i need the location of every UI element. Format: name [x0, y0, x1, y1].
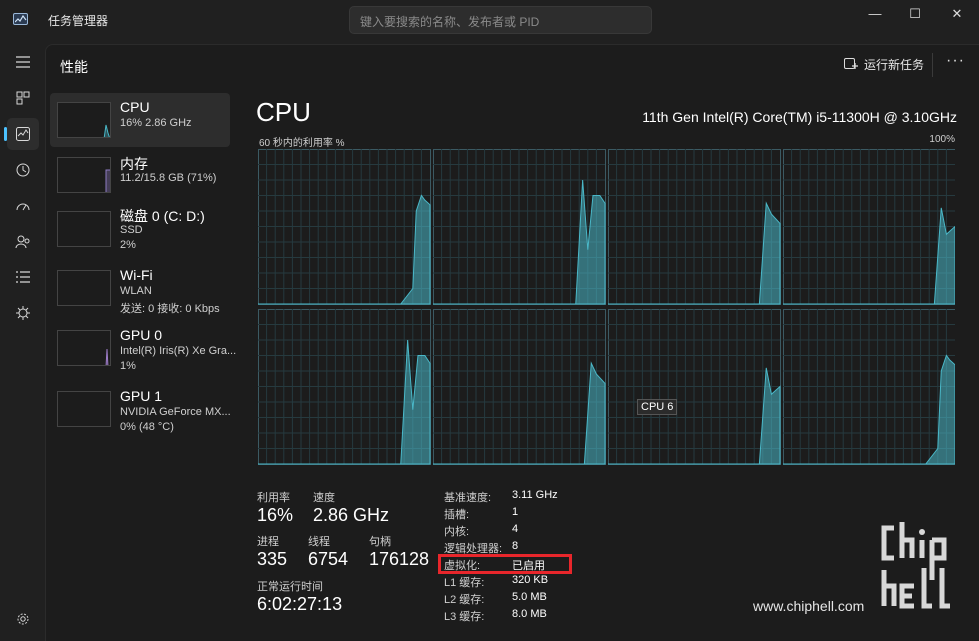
- details-icon[interactable]: [7, 261, 39, 293]
- threads-value: 6754: [308, 549, 349, 569]
- handles-label: 句柄: [369, 536, 391, 548]
- utilization-label: 利用率: [257, 492, 290, 504]
- perf-item-name: 内存: [120, 156, 148, 172]
- processes-label: 进程: [257, 536, 279, 548]
- handles-value: 176128: [369, 549, 430, 569]
- uptime-value: 6:02:27:13: [257, 594, 343, 614]
- cpu-core-graphs: [258, 149, 955, 465]
- hamburger-menu-icon[interactable]: [7, 46, 39, 78]
- performance-icon[interactable]: [4, 118, 39, 150]
- perf-item-sub1: Intel(R) Iris(R) Xe Gra...: [120, 345, 237, 357]
- close-button[interactable]: ✕: [935, 0, 979, 30]
- search-placeholder: 键入要搜索的名称、发布者或 PID: [360, 15, 540, 29]
- perf-item-3[interactable]: Wi-Fi WLAN 发送: 0 接收: 0 Kbps: [50, 263, 230, 317]
- core-graph-3: [783, 149, 955, 305]
- perf-thumbnail: [57, 391, 111, 427]
- perf-thumbnail: [57, 211, 111, 247]
- spec-label: 插槽:: [444, 509, 470, 521]
- perf-item-name: GPU 0: [120, 327, 163, 343]
- perf-thumbnail: [57, 157, 111, 193]
- perf-item-name: Wi-Fi: [120, 267, 153, 283]
- perf-item-name: 磁盘 0 (C: D:): [120, 208, 205, 224]
- settings-gear-icon[interactable]: [7, 603, 39, 635]
- graph-tooltip: CPU 6: [637, 399, 678, 415]
- core-graph-6: [608, 309, 781, 465]
- task-manager-app-icon: [13, 13, 28, 25]
- graph-label: 60 秒内的利用率 %: [259, 138, 345, 149]
- cpu-model: 11th Gen Intel(R) Core(TM) i5-11300H @ 3…: [642, 109, 957, 125]
- perf-item-5[interactable]: GPU 1 NVIDIA GeForce MX... 0% (48 °C): [50, 384, 231, 438]
- minimize-button[interactable]: —: [853, 0, 897, 30]
- page-title: 性能: [60, 59, 88, 75]
- perf-item-1[interactable]: 内存 11.2/15.8 GB (71%): [50, 148, 230, 202]
- run-new-task-label: 运行新任务: [864, 58, 925, 72]
- maximize-button[interactable]: ☐: [893, 0, 937, 30]
- app-history-icon[interactable]: [7, 154, 39, 186]
- speed-label: 速度: [313, 492, 335, 504]
- core-graph-7: [783, 309, 955, 465]
- perf-thumbnail: [57, 102, 111, 138]
- virtualization-highlight-box: [438, 554, 572, 574]
- speed-value: 2.86 GHz: [313, 505, 390, 525]
- main-panel: 性能 运行新任务 ··· CPU 16% 2.86 GHz 内存 11.2/15.8 …: [45, 44, 979, 641]
- spec-value: 8.0 MB: [512, 608, 547, 620]
- perf-item-4[interactable]: GPU 0 Intel(R) Iris(R) Xe Gra... 1%: [50, 323, 236, 377]
- app-title: 任务管理器: [48, 14, 109, 28]
- perf-item-sub1: 11.2/15.8 GB (71%): [120, 172, 217, 184]
- perf-item-sub2: 0% (48 °C): [120, 421, 174, 433]
- perf-item-name: CPU: [120, 99, 150, 115]
- core-graph-1: [433, 149, 606, 305]
- search-input[interactable]: 键入要搜索的名称、发布者或 PID: [349, 6, 652, 34]
- header-bar: 性能 运行新任务 ···: [46, 45, 979, 85]
- chiphell-logo: [881, 522, 950, 609]
- threads-label: 线程: [308, 536, 330, 548]
- spec-value: 3.11 GHz: [512, 489, 558, 501]
- cpu-title: CPU: [256, 97, 311, 127]
- perf-item-name: GPU 1: [120, 388, 163, 404]
- title-bar: 任务管理器 键入要搜索的名称、发布者或 PID — ☐ ✕: [0, 0, 979, 40]
- spec-value: 5.0 MB: [512, 591, 547, 603]
- perf-item-sub1: WLAN: [120, 285, 152, 297]
- perf-item-0[interactable]: CPU 16% 2.86 GHz: [50, 93, 230, 147]
- spec-value: 8: [512, 540, 519, 552]
- perf-item-sub2: 2%: [120, 239, 136, 251]
- perf-thumbnail: [57, 330, 111, 366]
- spec-label: L2 缓存:: [444, 594, 485, 606]
- perf-item-sub1: SSD: [120, 224, 143, 236]
- spec-value: 1: [512, 506, 519, 518]
- perf-item-sub1: 16% 2.86 GHz: [120, 117, 192, 129]
- spec-label: L3 缓存:: [444, 611, 485, 623]
- processes-value: 335: [257, 549, 288, 569]
- graph-max-label: 100%: [929, 134, 955, 145]
- perf-thumbnail: [57, 270, 111, 306]
- utilization-value: 16%: [257, 505, 294, 525]
- run-task-icon: [844, 57, 858, 69]
- users-icon[interactable]: [7, 226, 39, 258]
- uptime-label: 正常运行时间: [257, 581, 323, 593]
- startup-apps-icon[interactable]: [7, 190, 39, 222]
- spec-label: L1 缓存:: [444, 577, 485, 589]
- perf-item-sub2: 发送: 0 接收: 0 Kbps: [120, 303, 220, 315]
- run-new-task-button[interactable]: 运行新任务: [844, 56, 924, 73]
- divider: [932, 53, 933, 77]
- spec-label: 内核:: [444, 526, 470, 538]
- perf-item-sub2: 1%: [120, 360, 136, 372]
- core-graph-4: [258, 309, 431, 465]
- services-icon[interactable]: [7, 297, 39, 329]
- spec-value: 320 KB: [512, 574, 549, 586]
- perf-item-2[interactable]: 磁盘 0 (C: D:) SSD 2%: [50, 202, 230, 256]
- perf-item-sub1: NVIDIA GeForce MX...: [120, 406, 231, 418]
- core-graph-0: [258, 149, 431, 305]
- watermark-url: www.chiphell.com: [753, 598, 865, 614]
- processes-icon[interactable]: [7, 82, 39, 114]
- spec-value: 4: [512, 523, 519, 535]
- core-graph-2: [608, 149, 781, 305]
- core-graph-5: [433, 309, 606, 465]
- more-options-button[interactable]: ···: [946, 52, 965, 70]
- spec-label: 基准速度:: [444, 492, 492, 504]
